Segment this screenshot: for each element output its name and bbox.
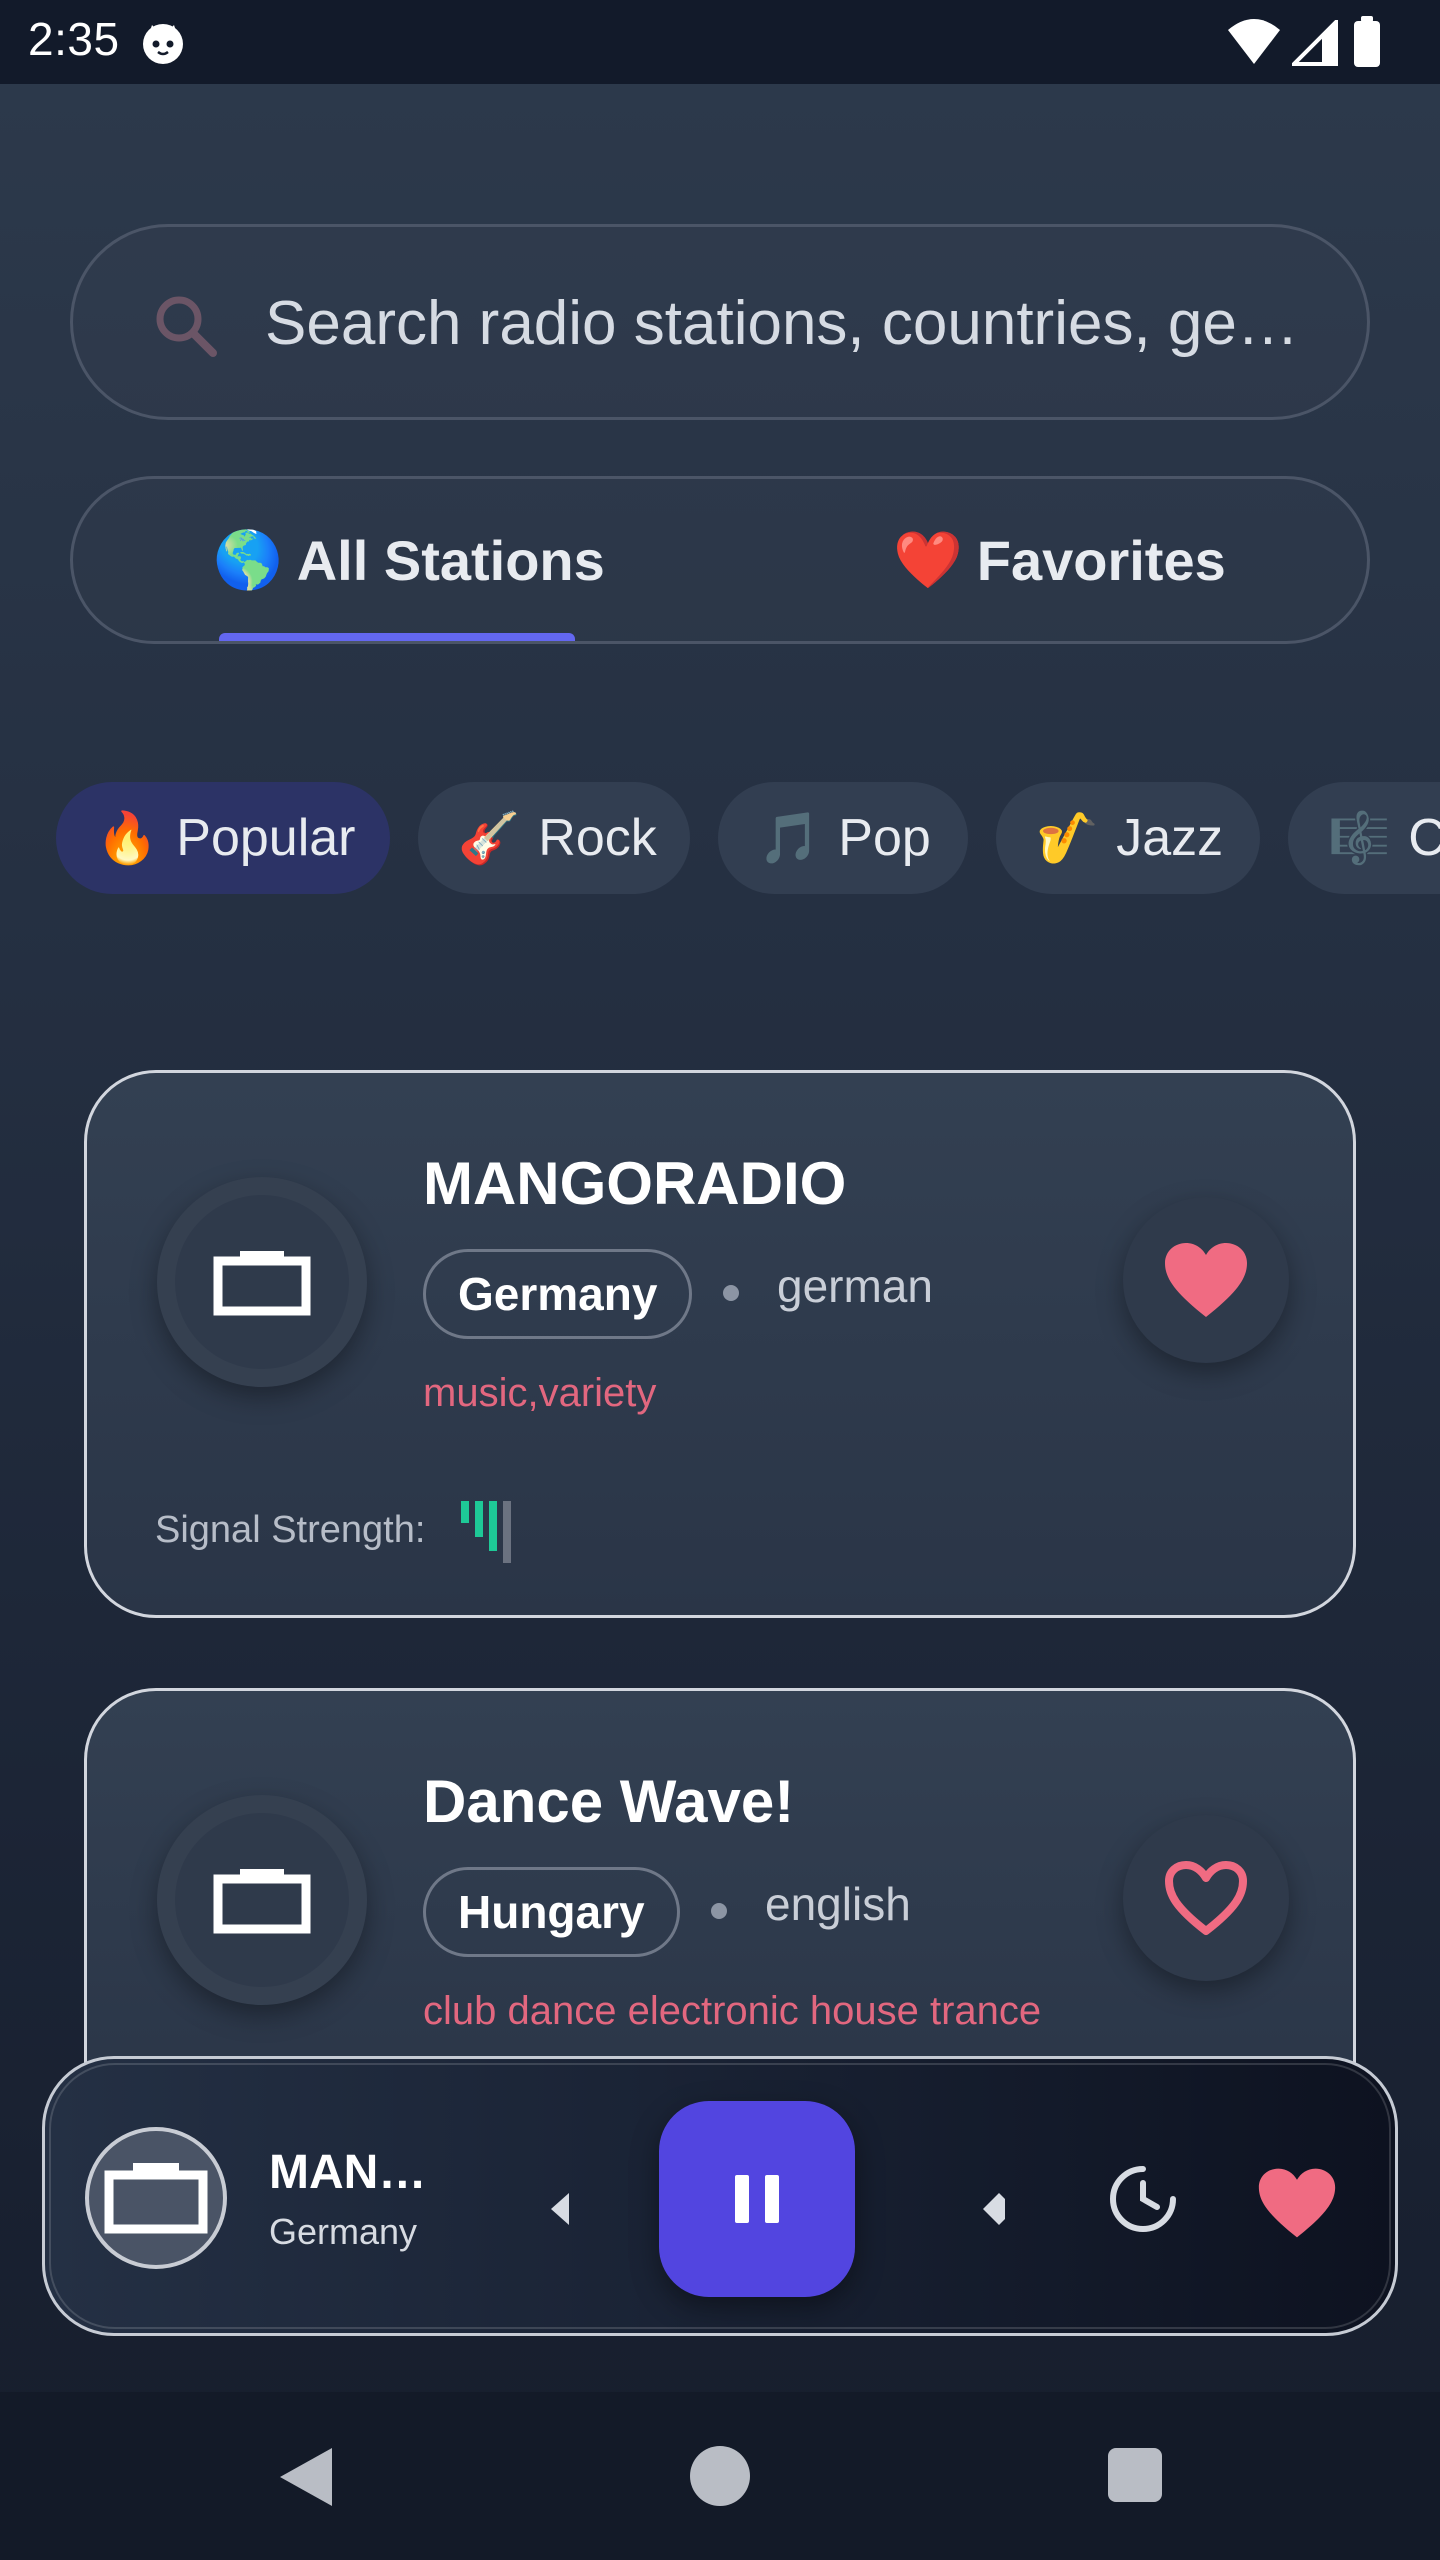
- pause-button[interactable]: [659, 2101, 855, 2297]
- player-station-country: Germany: [269, 2211, 418, 2252]
- recent-apps-icon[interactable]: [1108, 2448, 1162, 2502]
- player-station-avatar: [85, 2127, 227, 2269]
- previous-icon[interactable]: [529, 2179, 589, 2239]
- player-station-title: MAN…: [269, 2146, 427, 2199]
- music-note-icon: 🎵: [758, 809, 821, 866]
- chip-label: Jazz: [1116, 809, 1224, 867]
- separator-dot: [711, 1903, 727, 1919]
- signal-strength-icon: [461, 1501, 511, 1563]
- station-tabs: 🌎 All Stations ❤️ Favorites: [70, 476, 1370, 644]
- country-badge: Germany: [423, 1249, 693, 1339]
- radio-app-screen: 2:35 Search radio stations, countries, g…: [0, 0, 1440, 2560]
- wifi-icon: [1228, 19, 1280, 64]
- chip-popular[interactable]: 🔥 Popular: [56, 782, 390, 894]
- battery-icon: [1354, 16, 1380, 67]
- chip-pop[interactable]: 🎵 Pop: [718, 782, 968, 894]
- search-input[interactable]: [265, 263, 1325, 383]
- chip-label: Pop: [838, 809, 931, 867]
- mini-player[interactable]: MAN… Germany: [42, 2056, 1398, 2336]
- station-language: english: [765, 1878, 911, 1930]
- station-avatar: [157, 1795, 367, 2005]
- genre-chips: 🔥 Popular 🎸 Rock 🎵 Pop 🎷 Jazz 🎼 C: [0, 782, 1440, 896]
- back-icon[interactable]: [276, 2446, 336, 2508]
- pause-icon: [735, 2175, 779, 2223]
- chip-label: C: [1408, 809, 1440, 867]
- station-language: german: [777, 1260, 933, 1312]
- station-name: MANGORADIO: [423, 1150, 847, 1217]
- tab-label: All Stations: [296, 528, 605, 592]
- chip-label: Rock: [538, 809, 657, 867]
- globe-icon: 🌎: [213, 528, 283, 591]
- search-bar[interactable]: [70, 224, 1370, 420]
- cell-signal-icon: [1292, 20, 1338, 66]
- separator-dot: [723, 1285, 739, 1301]
- fire-icon: 🔥: [96, 809, 159, 866]
- station-tags: club dance electronic house trance: [423, 1989, 1042, 2033]
- country-badge: Hungary: [423, 1867, 680, 1957]
- chip-classical[interactable]: 🎼 C: [1288, 782, 1440, 894]
- tab-favorites[interactable]: ❤️ Favorites: [893, 479, 1226, 641]
- tab-label: Favorites: [976, 528, 1226, 592]
- saxophone-icon: 🎷: [1036, 809, 1099, 866]
- active-tab-indicator: [219, 633, 575, 641]
- station-card[interactable]: MANGORADIO Germany german music,variety …: [84, 1070, 1356, 1618]
- radio-icon: [213, 1869, 311, 1934]
- station-tags: music,variety: [423, 1371, 657, 1415]
- heart-emoji-icon: ❤️: [893, 528, 963, 591]
- chip-jazz[interactable]: 🎷 Jazz: [996, 782, 1260, 894]
- heart-outline-icon: [1165, 1861, 1247, 1935]
- sleep-timer-icon[interactable]: [1105, 2161, 1181, 2237]
- radio-icon: [213, 1251, 311, 1316]
- home-icon[interactable]: [690, 2446, 750, 2506]
- radio-icon: [104, 2163, 208, 2234]
- tab-all-stations[interactable]: 🌎 All Stations: [213, 479, 605, 641]
- heart-filled-icon: [1165, 1243, 1247, 1317]
- station-avatar: [157, 1177, 367, 1387]
- status-bar: 2:35: [0, 0, 1440, 84]
- cat-notification-icon: [143, 24, 183, 64]
- favorite-button[interactable]: [1123, 1197, 1289, 1363]
- signal-strength-label: Signal Strength:: [155, 1509, 426, 1551]
- search-icon: [156, 296, 217, 357]
- chip-rock[interactable]: 🎸 Rock: [418, 782, 690, 894]
- music-score-icon: 🎼: [1328, 809, 1391, 866]
- guitar-icon: 🎸: [458, 809, 521, 866]
- status-time: 2:35: [28, 13, 120, 65]
- next-icon[interactable]: [965, 2179, 1025, 2239]
- station-name: Dance Wave!: [423, 1768, 795, 1835]
- chip-label: Popular: [176, 809, 356, 867]
- heart-filled-icon[interactable]: [1257, 2165, 1337, 2241]
- favorite-button[interactable]: [1123, 1815, 1289, 1981]
- system-navigation-bar: [0, 2392, 1440, 2560]
